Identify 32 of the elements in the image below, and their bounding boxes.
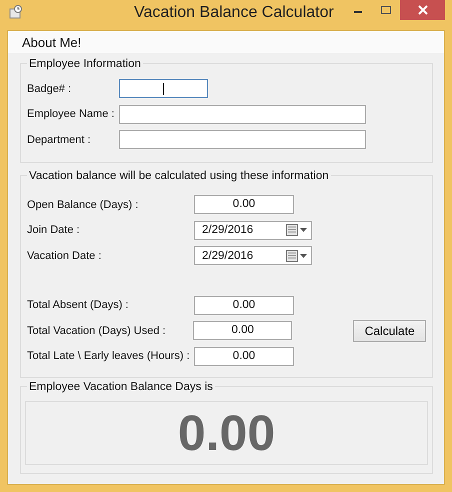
input-field[interactable]: 0.00 — [194, 296, 294, 315]
field-label: Total Absent (Days) : — [27, 299, 130, 312]
close-icon — [418, 5, 428, 15]
group-title: Vacation balance will be calculated using these information — [27, 169, 331, 183]
input-field[interactable] — [119, 79, 208, 98]
close-button[interactable] — [400, 0, 445, 20]
field-label: Total Vacation (Days) Used : — [27, 324, 167, 337]
field-label: Open Balance (Days) : — [27, 198, 140, 211]
balance-value: 0.00 — [178, 404, 276, 462]
input-field[interactable]: 0.00 — [194, 195, 294, 214]
menu-item[interactable]: About Me! — [22, 34, 82, 50]
input-field[interactable]: 0.00 — [194, 346, 294, 366]
date-picker[interactable]: 2/29/2016 — [194, 220, 312, 240]
field-label: Badge# : — [27, 82, 72, 95]
field-label: Employee Name : — [27, 108, 116, 120]
calendar-dropdown-icon — [286, 250, 308, 262]
input-field[interactable] — [119, 130, 366, 150]
maximize-icon — [380, 5, 392, 15]
app-icon — [8, 4, 24, 20]
text-cursor — [163, 83, 164, 96]
date-picker[interactable]: 2/29/2016 — [194, 246, 312, 266]
group-title: Employee Vacation Balance Days is — [27, 380, 215, 394]
group-title: Employee Information — [27, 57, 143, 71]
field-label: Vacation Date : — [27, 250, 102, 262]
calendar-dropdown-icon — [286, 224, 308, 236]
input-field[interactable]: 0.00 — [193, 321, 292, 340]
input-field[interactable] — [119, 104, 366, 124]
field-label: Department : — [27, 134, 92, 146]
field-label: Join Date : — [27, 224, 81, 236]
calculate-button[interactable]: Calculate — [353, 320, 426, 342]
field-label: Total Late \ Early leaves (Hours) : — [27, 350, 191, 362]
window-title: Vacation Balance Calculator — [134, 4, 334, 22]
